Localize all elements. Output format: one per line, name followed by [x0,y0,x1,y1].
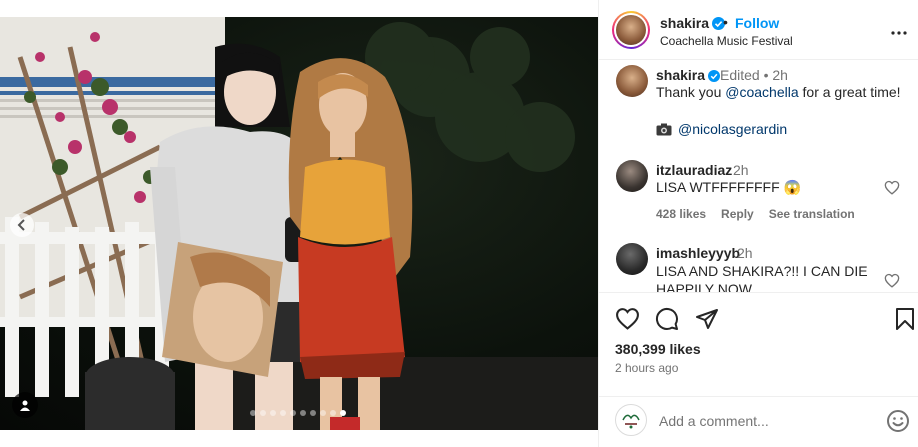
carousel-dot [330,410,336,416]
camera-icon [656,123,672,135]
comment-composer [599,396,918,447]
emoji-icon[interactable] [886,409,910,433]
comment-actions: 428 likes Reply See translation [656,207,855,221]
like-count[interactable]: 380,399 likes [615,341,701,357]
comment-username[interactable]: imashleyyyb [656,245,740,261]
carousel-dot [300,410,306,416]
carousel-prev-button[interactable] [10,213,34,237]
carousel-dot [260,410,266,416]
share-icon[interactable] [695,307,719,331]
comment-icon[interactable] [655,307,679,331]
photo-credit: @nicolasgerardin [656,121,787,137]
comment-time: 2h [737,245,753,261]
separator-dot: • [723,14,728,30]
caption-meta: Edited • 2h [720,67,788,83]
carousel-indicator [250,410,346,416]
comment-time: 2h [733,162,749,178]
see-translation-button[interactable]: See translation [769,207,855,221]
carousel-dot [280,410,286,416]
more-options-button[interactable] [891,22,907,40]
user-tag-icon [20,400,30,411]
post-timestamp[interactable]: 2 hours ago [615,361,678,375]
comment-text: LISA AND SHAKIRA?!! I CAN DIE HAPPILY NO… [656,263,868,292]
avatar-image [616,15,646,45]
comments-section[interactable]: shakira Edited • 2h Thank you @coachella… [599,60,918,292]
carousel-dot [310,410,316,416]
person-right [288,58,413,430]
photo-illustration [0,17,598,430]
carousel-dot [270,410,276,416]
caption-author-avatar[interactable] [616,65,648,97]
heart-icon[interactable] [615,307,640,330]
comment-likes-link[interactable]: 428 likes [656,207,706,221]
follow-button[interactable]: Follow [735,15,779,31]
bookmark-icon[interactable] [895,307,915,331]
heart-icon[interactable] [884,273,900,288]
carousel-dot [290,410,296,416]
credit-mention-link[interactable]: @nicolasgerardin [678,121,787,137]
current-user-avatar [615,404,647,436]
carousel-dot [340,410,346,416]
comment-username[interactable]: itzlauradiaz [656,162,732,178]
author-username[interactable]: shakira [660,15,726,31]
author-avatar[interactable] [612,11,650,49]
caption-author-username[interactable]: shakira [656,67,721,83]
commenter-avatar[interactable] [616,160,648,192]
album-cover [162,242,283,377]
more-options-icon [891,31,907,35]
heart-icon[interactable] [884,180,900,195]
post-header: shakira • Follow Coachella Music Festiva… [599,0,918,60]
post-location[interactable]: Coachella Music Festival [660,34,793,48]
carousel-dot [250,410,256,416]
tagged-users-button[interactable] [12,392,38,418]
comment-text: LISA WTFFFFFFFF 😱 [656,179,801,195]
comment-input[interactable] [659,413,859,429]
verified-badge-icon [708,70,721,82]
commenter-avatar[interactable] [616,243,648,275]
user-avatar-image [622,414,640,429]
caption-mention-link[interactable]: @coachella [725,84,798,100]
comment-reply-button[interactable]: Reply [721,207,754,221]
post-media [0,0,598,447]
chevron-left-icon [17,219,25,231]
caption-text: Thank you @coachella for a great time! [656,84,901,100]
post-actions: 380,399 likes 2 hours ago [599,292,918,407]
post-photo[interactable] [0,17,598,430]
carousel-dot [320,410,326,416]
post-details-panel: shakira • Follow Coachella Music Festiva… [598,0,918,447]
